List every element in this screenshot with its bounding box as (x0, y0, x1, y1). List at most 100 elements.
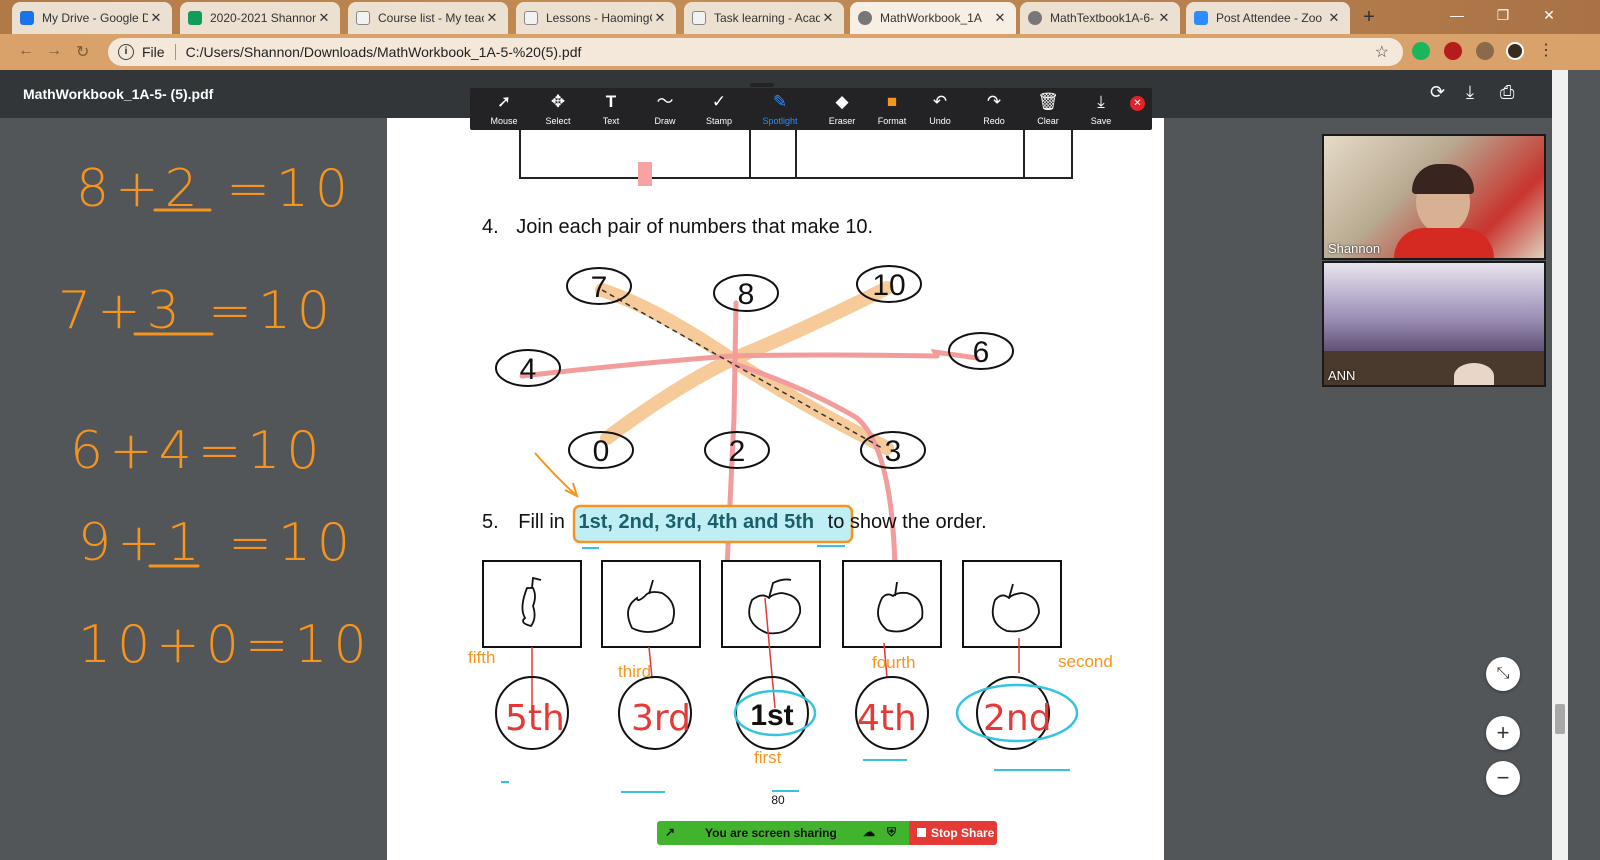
tab-title: Post Attendee - Zoo (1216, 11, 1323, 25)
print-icon[interactable]: ⎙ (1500, 82, 1514, 103)
redo-tool[interactable]: ↷ Redo (968, 92, 1020, 126)
window-edge (1568, 70, 1600, 860)
ordinal-written: 2nd (983, 698, 1052, 739)
zoom-in-button[interactable]: + (1486, 716, 1520, 750)
close-tab-icon[interactable]: ✕ (1156, 10, 1172, 26)
close-toolbar-button[interactable]: ✕ (1130, 96, 1145, 111)
number-label: 0 (593, 435, 610, 468)
question-number: 4. (482, 216, 499, 238)
stop-share-button[interactable]: Stop Share (909, 821, 997, 845)
tab-title: 2020-2021 Shannon (210, 11, 316, 25)
mouse-tool[interactable]: ➚ Mouse (478, 92, 530, 126)
tab-my-drive[interactable]: My Drive - Google D ✕ (12, 2, 172, 34)
ordinal-written: 4th (857, 698, 917, 739)
room-furniture (1324, 351, 1544, 385)
tab-math-workbook[interactable]: MathWorkbook_1A ✕ (850, 2, 1016, 34)
close-tab-icon[interactable]: ✕ (316, 10, 332, 26)
tab-math-textbook[interactable]: MathTextbook1A-6- ✕ (1020, 2, 1180, 34)
site-icon (356, 11, 370, 25)
annotation-toolbar: ➚ Mouse ✥ Select T Text 〜 Draw ✓ Stamp ✎ Spotl… (470, 88, 1152, 130)
pdf-title: MathWorkbook_1A-5- (5).pdf (23, 86, 214, 102)
info-icon[interactable]: i (118, 44, 134, 60)
rotate-icon[interactable]: ⟳ (1430, 82, 1445, 103)
apple-box (601, 560, 701, 648)
close-tab-icon[interactable]: ✕ (652, 10, 668, 26)
tab-lessons[interactable]: Lessons - HaomingC ✕ (516, 2, 676, 34)
number-label: 6 (973, 336, 990, 369)
close-tab-icon[interactable]: ✕ (484, 10, 500, 26)
eraser-icon: ◆ (835, 92, 849, 111)
stop-share-label: Stop Share (931, 826, 995, 840)
new-tab-button[interactable]: + (1355, 5, 1383, 29)
arrow-annotation (534, 452, 579, 498)
page-number: 80 (771, 793, 785, 807)
browser-tab-strip: My Drive - Google D ✕ 2020-2021 Shannon … (0, 0, 1600, 34)
clear-tool[interactable]: 🗑 Clear (1022, 92, 1074, 126)
back-icon[interactable]: ← (18, 42, 34, 60)
equation-line: 9+1 =10 (78, 513, 356, 573)
site-icon (524, 11, 538, 25)
tab-course-list[interactable]: Course list - My teac ✕ (348, 2, 508, 34)
participant-name: Shannon (1328, 241, 1381, 256)
address-bar[interactable]: i File C:/Users/Shannon/Downloads/MathWo… (108, 38, 1403, 66)
question-text: Join each pair of numbers that make 10. (516, 216, 874, 238)
tab-title: MathWorkbook_1A (880, 11, 982, 25)
format-tool[interactable]: ■ Format (866, 92, 918, 126)
ublock-icon[interactable] (1444, 42, 1462, 60)
cloud-icon: ☁ (863, 825, 875, 839)
menu-icon[interactable]: ⋮ (1538, 40, 1554, 60)
url-text[interactable]: C:/Users/Shannon/Downloads/MathWorkbook_… (186, 44, 582, 60)
sharing-status[interactable]: ↗ You are screen sharing ☁ ⛨ (657, 821, 909, 845)
tab-title: MathTextbook1A-6- (1050, 11, 1155, 25)
minimize-button[interactable]: — (1434, 0, 1480, 30)
select-tool[interactable]: ✥ Select (532, 92, 584, 126)
tab-task-learning[interactable]: Task learning - Acad ✕ (684, 2, 844, 34)
download-icon[interactable]: ⤓ (1466, 82, 1474, 103)
number-label: 10 (872, 269, 905, 302)
forward-icon[interactable]: → (46, 42, 62, 60)
puzzle-icon[interactable] (1476, 42, 1494, 60)
eraser-tool[interactable]: ◆ Eraser (816, 92, 868, 126)
tab-sheets[interactable]: 2020-2021 Shannon ✕ (180, 2, 340, 34)
number-label: 4 (520, 353, 537, 386)
spotlight-icon: ✎ (772, 92, 788, 111)
spotlight-tool[interactable]: ✎ Spotlight (754, 92, 806, 126)
text-tool[interactable]: T Text (585, 92, 637, 126)
redo-icon: ↷ (986, 92, 1002, 111)
stamp-tool[interactable]: ✓ Stamp (693, 92, 745, 126)
scrollbar-thumb[interactable] (1555, 704, 1565, 734)
browser-toolbar: ← → ↻ i File C:/Users/Shannon/Downloads/… (0, 34, 1600, 70)
question-highlight: 1st, 2nd, 3rd, 4th and 5th (578, 511, 815, 533)
restore-button[interactable]: ❐ (1480, 0, 1526, 30)
checkmark-icon: ✓ (711, 92, 727, 111)
fit-to-page-button[interactable]: ⤡ (1486, 657, 1520, 691)
number-label: 7 (591, 271, 608, 304)
close-tab-icon[interactable]: ✕ (992, 10, 1008, 26)
video-tile-ann[interactable]: ANN (1322, 261, 1546, 387)
vertical-scrollbar[interactable] (1552, 70, 1568, 860)
question-number: 5. (482, 511, 499, 533)
apple-box (482, 560, 582, 648)
tab-post-attendee[interactable]: Post Attendee - Zoo ✕ (1186, 2, 1350, 34)
close-window-button[interactable]: ✕ (1526, 0, 1572, 30)
close-tab-icon[interactable]: ✕ (820, 10, 836, 26)
number-label: 2 (729, 435, 746, 468)
profile-avatar[interactable] (1506, 42, 1524, 60)
undo-tool[interactable]: ↶ Undo (914, 92, 966, 126)
participant-shirt (1394, 228, 1494, 258)
zoom-out-button[interactable]: − (1486, 761, 1520, 795)
toolbar-drag-handle[interactable] (750, 83, 774, 87)
draw-tool[interactable]: 〜 Draw (639, 92, 691, 126)
ordinal-word: fifth (468, 648, 495, 667)
reload-icon[interactable]: ↻ (76, 42, 89, 62)
google-sheets-icon (188, 11, 202, 25)
close-tab-icon[interactable]: ✕ (1326, 10, 1342, 26)
extension-icon[interactable] (1412, 42, 1430, 60)
close-tab-icon[interactable]: ✕ (148, 10, 164, 26)
ordinal-word: fourth (872, 653, 915, 672)
bookmark-star-icon[interactable]: ☆ (1375, 42, 1389, 62)
save-tool[interactable]: ⤓ Save (1075, 92, 1127, 126)
video-tile-shannon[interactable]: Shannon (1322, 134, 1546, 260)
move-icon: ✥ (550, 92, 566, 111)
ordinal-written: 3rd (631, 698, 691, 739)
